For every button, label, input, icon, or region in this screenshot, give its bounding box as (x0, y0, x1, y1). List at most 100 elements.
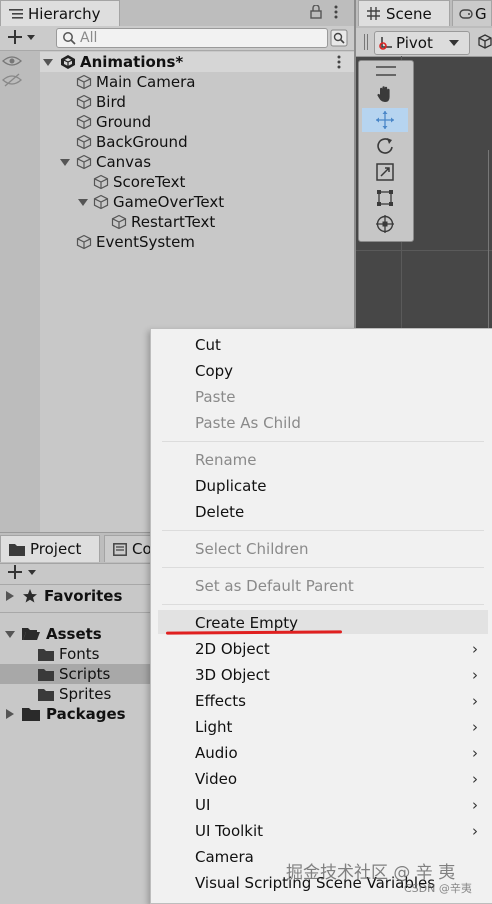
menu-item-select-children[interactable]: Select Children (195, 537, 308, 561)
tab-scene[interactable]: Scene (358, 0, 450, 26)
submenu-chevron-icon: › (472, 744, 478, 762)
transform-tool[interactable] (362, 212, 408, 236)
scale-icon (375, 162, 395, 182)
hierarchy-item[interactable]: BackGround (76, 132, 188, 152)
expand-arrow-icon[interactable] (59, 156, 71, 168)
star-icon (22, 588, 38, 604)
menu-item-ui[interactable]: UI (195, 793, 210, 817)
move-tool[interactable] (362, 108, 408, 132)
add-icon[interactable] (6, 29, 36, 45)
gameobject-cube-icon (76, 114, 92, 130)
pivot-dropdown[interactable]: Pivot (374, 31, 470, 55)
more-options-icon[interactable] (334, 5, 338, 19)
gameobject-cube-icon (76, 234, 92, 250)
pivot-label: Pivot (396, 34, 433, 52)
menu-item-delete[interactable]: Delete (195, 500, 244, 524)
collapsed-arrow-icon[interactable] (4, 708, 16, 720)
menu-item-audio[interactable]: Audio (195, 741, 238, 765)
hierarchy-item-label: ScoreText (113, 173, 186, 191)
tab-game[interactable]: G (452, 0, 492, 26)
expand-arrow-icon[interactable] (42, 56, 54, 68)
folder-icon (38, 668, 54, 681)
rotate-tool[interactable] (362, 134, 408, 158)
folder-icon (9, 543, 25, 556)
unity-scene-icon (60, 54, 76, 70)
hierarchy-item[interactable]: Main Camera (76, 72, 195, 92)
folder-icon (22, 707, 40, 721)
hierarchy-toolbar: All (0, 26, 354, 51)
favorites-row[interactable]: Favorites (4, 586, 122, 606)
menu-item-light[interactable]: Light (195, 715, 232, 739)
eye-icon[interactable] (2, 54, 22, 68)
menu-item-camera[interactable]: Camera (195, 845, 254, 869)
scale-tool[interactable] (362, 160, 408, 184)
menu-separator (162, 604, 484, 605)
menu-separator (162, 441, 484, 442)
menu-item-ui-toolkit[interactable]: UI Toolkit (195, 819, 263, 843)
transform-icon (375, 214, 395, 234)
folder-item[interactable]: Scripts (38, 664, 110, 684)
hierarchy-item[interactable]: Canvas (59, 152, 151, 172)
lock-icon[interactable] (310, 5, 322, 19)
menu-item-video[interactable]: Video (195, 767, 237, 791)
menu-item-paste[interactable]: Paste (195, 385, 236, 409)
submenu-chevron-icon: › (472, 666, 478, 684)
folder-open-icon (22, 627, 40, 641)
search-icon (62, 31, 76, 45)
console-tab-label: Co (132, 540, 152, 558)
hierarchy-item-label: Canvas (96, 153, 152, 171)
menu-item-3d-object[interactable]: 3D Object (195, 663, 270, 687)
create-add-icon[interactable] (6, 564, 38, 580)
visibility-gutter (0, 51, 40, 532)
submenu-chevron-icon: › (472, 796, 478, 814)
menu-item-duplicate[interactable]: Duplicate (195, 474, 266, 498)
gameobject-cube-icon (93, 194, 109, 210)
expand-arrow-icon[interactable] (4, 628, 16, 640)
gameobject-cube-icon (76, 154, 92, 170)
menu-separator (162, 567, 484, 568)
menu-item-rename[interactable]: Rename (195, 448, 257, 472)
menu-item-set-default-parent[interactable]: Set as Default Parent (195, 574, 354, 598)
hierarchy-tab-label: Hierarchy (28, 4, 101, 23)
folder-label: Scripts (59, 665, 111, 683)
hierarchy-item[interactable]: ScoreText (93, 172, 185, 192)
menu-item-2d-object[interactable]: 2D Object (195, 637, 270, 661)
hand-tool[interactable] (362, 82, 408, 106)
hand-icon (375, 84, 395, 104)
search-filter-icon[interactable] (330, 29, 348, 47)
scene-tab-label: Scene (386, 4, 432, 23)
search-input[interactable]: All (56, 28, 328, 48)
tab-hierarchy[interactable]: Hierarchy (0, 0, 120, 26)
list-icon (9, 8, 23, 20)
menu-item-copy[interactable]: Copy (195, 359, 233, 383)
assets-row[interactable]: Assets (4, 624, 102, 644)
overlay-drag-handle[interactable] (376, 66, 396, 76)
global-cube-icon[interactable] (478, 34, 492, 50)
folder-item[interactable]: Sprites (38, 684, 111, 704)
favorites-label: Favorites (44, 587, 123, 605)
hierarchy-item[interactable]: GameOverText (77, 192, 224, 212)
menu-item-effects[interactable]: Effects (195, 689, 246, 713)
chevron-down-icon (448, 39, 459, 47)
menu-item-paste-as-child[interactable]: Paste As Child (195, 411, 301, 435)
submenu-chevron-icon: › (472, 822, 478, 840)
menu-item-cut[interactable]: Cut (195, 333, 221, 357)
expand-arrow-icon[interactable] (77, 196, 89, 208)
rotate-icon (375, 136, 395, 156)
hierarchy-item[interactable]: EventSystem (76, 232, 195, 252)
hierarchy-item[interactable]: Ground (76, 112, 151, 132)
assets-label: Assets (46, 625, 102, 643)
folder-item[interactable]: Fonts (38, 644, 99, 664)
scene-more-icon[interactable] (337, 55, 341, 69)
packages-row[interactable]: Packages (4, 704, 126, 724)
hierarchy-item-label: BackGround (96, 133, 188, 151)
picking-icon[interactable] (2, 73, 22, 87)
submenu-chevron-icon: › (472, 640, 478, 658)
hierarchy-item[interactable]: Bird (76, 92, 126, 112)
collapsed-arrow-icon[interactable] (4, 590, 16, 602)
rect-tool[interactable] (362, 186, 408, 210)
tab-project[interactable]: Project (0, 535, 100, 562)
move-arrows-icon (375, 110, 395, 130)
hierarchy-item[interactable]: RestartText (111, 212, 215, 232)
hierarchy-item-label: RestartText (131, 213, 216, 231)
